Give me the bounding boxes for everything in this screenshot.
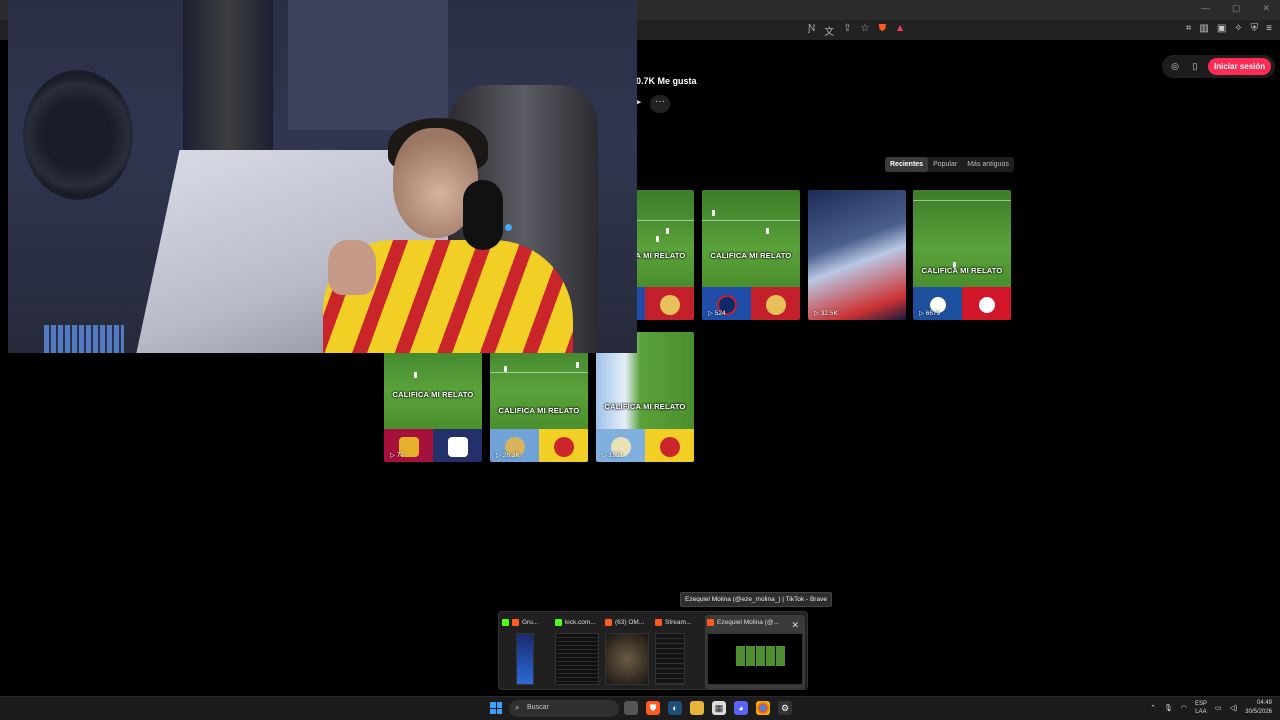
no-translate-icon[interactable]: Ɲ: [808, 23, 815, 38]
brave-rewards-icon[interactable]: ▲: [895, 23, 905, 38]
microphone-icon[interactable]: 🎙︎: [1164, 704, 1173, 712]
headset-icon[interactable]: ◠: [1181, 704, 1187, 712]
switcher-window[interactable]: Gru...: [502, 615, 552, 689]
file-explorer-icon[interactable]: [690, 701, 704, 715]
video-card[interactable]: CALIFICA MI RELATO ▷ 524: [702, 190, 800, 320]
tab-mas-antiguos[interactable]: Más antiguos: [962, 157, 1014, 172]
task-view-icon[interactable]: [624, 701, 638, 715]
language-indicator[interactable]: ESP LAA: [1195, 700, 1207, 716]
video-caption: CALIFICA MI RELATO: [498, 406, 580, 415]
video-thumbnail: [808, 190, 906, 320]
steam-icon[interactable]: ◐: [668, 701, 682, 715]
windows-start-icon[interactable]: [490, 702, 502, 714]
switcher-window-title: Stream...: [665, 618, 692, 626]
search-label: Buscar: [527, 704, 549, 711]
discord-icon[interactable]: ◕: [734, 701, 748, 715]
leo-icon[interactable]: ✧: [1234, 23, 1242, 34]
obs-icon[interactable]: ⚙: [778, 701, 792, 715]
switcher-window-selected[interactable]: Ezequiel Molina (@... ✕: [705, 615, 805, 689]
task-switcher: Gru... kick.com... (63) OM... Stream... …: [498, 611, 808, 690]
view-count: ▷ 26.3K: [496, 452, 520, 459]
phone-icon[interactable]: ▯: [1188, 61, 1202, 72]
switcher-window-title: Gru...: [522, 618, 539, 626]
minimize-button[interactable]: —: [1201, 3, 1210, 14]
fan-icon: [23, 70, 133, 200]
video-thumbnail: [702, 190, 800, 287]
compass-icon[interactable]: ◎: [1168, 61, 1182, 72]
sort-tabs: Recientes Popular Más antiguos: [885, 157, 1014, 172]
bookmark-icon[interactable]: ☆: [861, 23, 870, 38]
screenshot-icon[interactable]: ⌗: [1186, 23, 1192, 34]
chrome-icon[interactable]: [756, 701, 770, 715]
likes-count: 0.7K Me gusta: [636, 76, 697, 86]
calendar-icon[interactable]: ▦: [712, 701, 726, 715]
view-count: ▷ 6679: [919, 310, 941, 317]
translate-icon[interactable]: 文: [824, 23, 834, 38]
switcher-window[interactable]: kick.com...: [555, 615, 605, 689]
brave-icon[interactable]: ⛊: [646, 701, 660, 715]
video-caption: CALIFICA MI RELATO: [921, 266, 1003, 275]
kick-icon: [502, 618, 509, 626]
menu-icon[interactable]: ≡: [1266, 23, 1272, 34]
switcher-window-title: kick.com...: [565, 618, 596, 626]
system-tray: ⌃ 🎙︎ ◠ ESP LAA ▭ ◁) 04:49 30/5/2026: [1150, 699, 1272, 717]
kick-icon: [555, 618, 562, 626]
view-count: ▷ 77: [390, 452, 405, 459]
address-bar-icons: Ɲ 文 ⇪ ☆ ⛊ ▲: [808, 23, 905, 38]
window-controls: — ▢ ✕: [1201, 3, 1270, 14]
view-count: ▷ 524: [708, 310, 726, 317]
taskbar-search[interactable]: ⌕ Buscar: [509, 700, 619, 717]
more-options-button[interactable]: ···: [650, 95, 670, 113]
video-card[interactable]: ▷ 32.5K: [808, 190, 906, 320]
brave-icon: [655, 618, 662, 626]
window-tooltip: Ezequiel Molina (@eze_molina_) | TikTok …: [680, 592, 832, 607]
taskbar: ⌕ Buscar ⛊ ◐ ▦ ◕ ⚙ ⌃ 🎙︎ ◠ ESP LAA ▭ ◁) 0…: [0, 696, 1280, 720]
headset-icon: [463, 180, 503, 250]
switcher-window-title: Ezequiel Molina (@...: [717, 618, 779, 626]
monitor-icon[interactable]: ▭: [1215, 704, 1222, 712]
search-icon: ⌕: [515, 703, 520, 712]
brave-icon: [512, 618, 519, 626]
switcher-window[interactable]: Stream...: [655, 615, 705, 689]
brave-icon: [707, 618, 714, 626]
brave-shields-icon[interactable]: ⛊: [879, 23, 887, 38]
toolbar-right-icons: ⌗ ▥ ▣ ✧ ⛨ ≡: [1186, 23, 1272, 34]
video-caption: CALIFICA MI RELATO: [710, 251, 792, 260]
share-icon[interactable]: ⇪: [843, 23, 851, 38]
clock-time: 04:49: [1256, 700, 1272, 706]
close-icon[interactable]: ✕: [791, 620, 799, 631]
wallet-icon[interactable]: ▣: [1217, 23, 1226, 34]
view-count: ▷ 32.5K: [814, 310, 838, 317]
login-button[interactable]: Iniciar sesión: [1208, 58, 1272, 75]
chevron-up-icon[interactable]: ⌃: [1150, 704, 1156, 712]
close-button[interactable]: ✕: [1262, 3, 1270, 14]
video-caption: CALIFICA MI RELATO: [392, 390, 474, 399]
tab-popular[interactable]: Popular: [928, 157, 962, 172]
tab-recientes[interactable]: Recientes: [885, 157, 929, 172]
brave-icon: [605, 618, 612, 626]
webcam-overlay: [8, 0, 637, 353]
video-card[interactable]: CALIFICA MI RELATO ▷ 6679: [913, 190, 1011, 320]
clock-date: 30/5/2026: [1245, 709, 1272, 715]
taskbar-apps: ⛊ ◐ ▦ ◕ ⚙: [624, 701, 792, 715]
maximize-button[interactable]: ▢: [1232, 3, 1241, 14]
switcher-window[interactable]: (63) OM...: [605, 615, 655, 689]
vpn-icon[interactable]: ⛨: [1251, 23, 1259, 34]
view-count: ▷ 1851: [602, 452, 624, 459]
clock[interactable]: 04:49 30/5/2026: [1245, 699, 1272, 717]
switcher-window-title: (63) OM...: [615, 618, 645, 626]
sidebar-icon[interactable]: ▥: [1199, 23, 1208, 34]
volume-icon[interactable]: ◁): [1230, 704, 1238, 712]
keyboard-icon: [44, 325, 124, 353]
video-caption: CALIFICA MI RELATO: [604, 402, 686, 411]
header-actions: ◎ ▯ Iniciar sesión: [1162, 55, 1276, 78]
